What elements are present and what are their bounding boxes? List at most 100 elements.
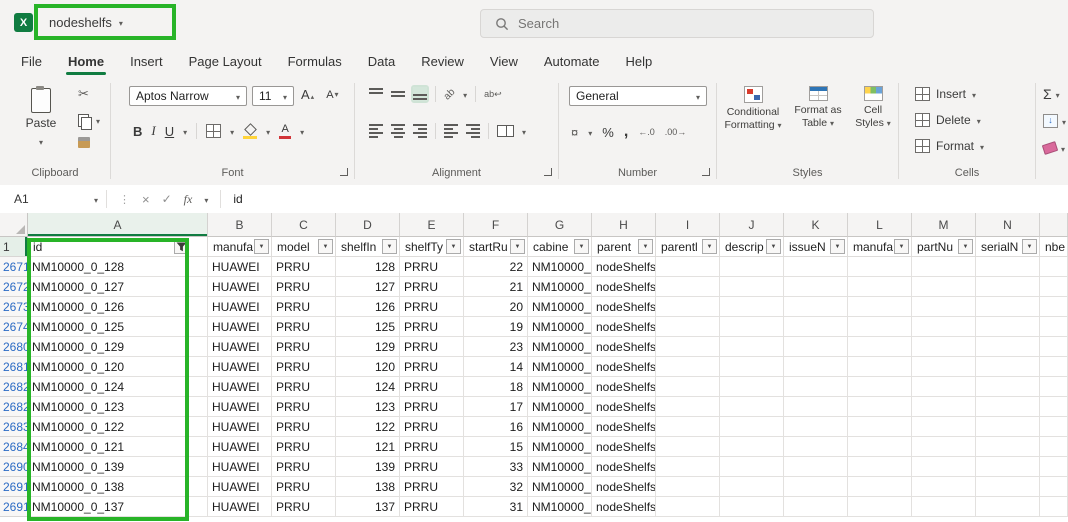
copy-button[interactable]	[78, 112, 100, 128]
cell[interactable]	[720, 457, 784, 477]
chevron-down-icon[interactable]	[300, 123, 304, 139]
cell[interactable]	[976, 397, 1040, 417]
cell[interactable]	[720, 257, 784, 277]
cell[interactable]	[912, 377, 976, 397]
cell[interactable]: 17	[464, 397, 528, 417]
accounting-format-icon[interactable]: ¤	[571, 125, 578, 140]
row-header[interactable]: 26837	[0, 417, 28, 437]
column-header-B[interactable]: B	[208, 213, 272, 237]
align-middle-icon[interactable]	[391, 87, 405, 101]
cell[interactable]	[976, 337, 1040, 357]
name-box[interactable]: A1	[0, 185, 106, 213]
cell[interactable]: 20	[464, 297, 528, 317]
cell[interactable]: PRRU	[272, 357, 336, 377]
cell[interactable]	[1040, 417, 1068, 437]
cell[interactable]	[976, 317, 1040, 337]
cell[interactable]: 32	[464, 477, 528, 497]
bold-button[interactable]: B	[133, 124, 142, 139]
cell[interactable]: NM10000_	[528, 337, 592, 357]
cell[interactable]: 125	[336, 317, 400, 337]
cell[interactable]	[976, 257, 1040, 277]
cell[interactable]: PRRU	[400, 397, 464, 417]
cell[interactable]: PRRU	[272, 497, 336, 517]
cell[interactable]	[784, 477, 848, 497]
cell[interactable]: PRRU	[400, 257, 464, 277]
cell[interactable]: NM10000_	[528, 497, 592, 517]
filter-dropdown-button[interactable]	[638, 239, 653, 254]
tab-automate[interactable]: Automate	[531, 45, 613, 77]
cell[interactable]: PRRU	[272, 397, 336, 417]
cell[interactable]: nodeShelfs	[592, 497, 656, 517]
filter-funnel-button[interactable]	[174, 239, 189, 254]
cell[interactable]: NM10000_0_129	[28, 337, 208, 357]
row-header[interactable]: 26813	[0, 357, 28, 377]
cell[interactable]: PRRU	[272, 297, 336, 317]
cell[interactable]	[784, 277, 848, 297]
column-header-F[interactable]: F	[464, 213, 528, 237]
align-center-icon[interactable]	[391, 124, 405, 138]
cell[interactable]	[656, 377, 720, 397]
select-all-corner[interactable]	[0, 213, 28, 237]
cell[interactable]: NM10000_0_137	[28, 497, 208, 517]
cell[interactable]: HUAWEI	[208, 337, 272, 357]
column-header-G[interactable]: G	[528, 213, 592, 237]
row-header[interactable]: 26918	[0, 497, 28, 517]
cell[interactable]	[912, 397, 976, 417]
cell[interactable]: NM10000_	[528, 417, 592, 437]
cell[interactable]	[784, 377, 848, 397]
cell[interactable]: HUAWEI	[208, 497, 272, 517]
cell[interactable]	[848, 437, 912, 457]
filter-dropdown-button[interactable]	[1022, 239, 1037, 254]
cell[interactable]	[976, 497, 1040, 517]
row-header-1[interactable]: 1	[0, 237, 28, 257]
tab-insert[interactable]: Insert	[117, 45, 176, 77]
row-header[interactable]: 26805	[0, 337, 28, 357]
cell[interactable]	[1040, 377, 1068, 397]
cell[interactable]: 137	[336, 497, 400, 517]
align-bottom-icon[interactable]	[413, 87, 427, 101]
cell[interactable]: NM10000_	[528, 277, 592, 297]
column-header-E[interactable]: E	[400, 213, 464, 237]
cell[interactable]: 127	[336, 277, 400, 297]
cell[interactable]	[720, 477, 784, 497]
cell[interactable]: 139	[336, 457, 400, 477]
cell[interactable]: 122	[336, 417, 400, 437]
cell[interactable]: NM10000_0_128	[28, 257, 208, 277]
cell[interactable]	[1040, 357, 1068, 377]
cell[interactable]: NM10000_	[528, 297, 592, 317]
tab-view[interactable]: View	[477, 45, 531, 77]
column-header-A[interactable]: A	[28, 213, 208, 237]
cell[interactable]	[912, 437, 976, 457]
cell[interactable]	[784, 457, 848, 477]
align-top-icon[interactable]	[369, 87, 383, 101]
percent-style-button[interactable]: %	[602, 125, 614, 140]
chevron-down-icon[interactable]	[266, 123, 270, 139]
cell[interactable]	[1040, 337, 1068, 357]
cell[interactable]: 138	[336, 477, 400, 497]
cell[interactable]	[656, 337, 720, 357]
cell[interactable]	[912, 357, 976, 377]
cell[interactable]: 22	[464, 257, 528, 277]
cell[interactable]	[784, 497, 848, 517]
cell[interactable]: nodeShelfs	[592, 297, 656, 317]
formula-bar-value[interactable]: id	[221, 192, 242, 206]
cell[interactable]	[720, 397, 784, 417]
cell[interactable]: NM10000_0_126	[28, 297, 208, 317]
cancel-icon[interactable]: ×	[142, 192, 150, 207]
cell[interactable]: PRRU	[400, 357, 464, 377]
cell[interactable]	[1040, 437, 1068, 457]
cell[interactable]	[720, 297, 784, 317]
chevron-down-icon[interactable]	[230, 123, 234, 139]
column-header-D[interactable]: D	[336, 213, 400, 237]
filter-dropdown-button[interactable]	[382, 239, 397, 254]
column-header-J[interactable]: J	[720, 213, 784, 237]
cell[interactable]: HUAWEI	[208, 397, 272, 417]
filter-dropdown-button[interactable]	[830, 239, 845, 254]
cell[interactable]	[656, 257, 720, 277]
autosum-button[interactable]: Σ	[1043, 86, 1060, 102]
format-as-table-button[interactable]: Format as Table	[789, 86, 847, 130]
insert-function-icon[interactable]: fx	[184, 192, 193, 207]
cell[interactable]: NM10000_	[528, 457, 592, 477]
format-painter-button[interactable]	[78, 137, 90, 148]
row-header[interactable]: 26742	[0, 317, 28, 337]
